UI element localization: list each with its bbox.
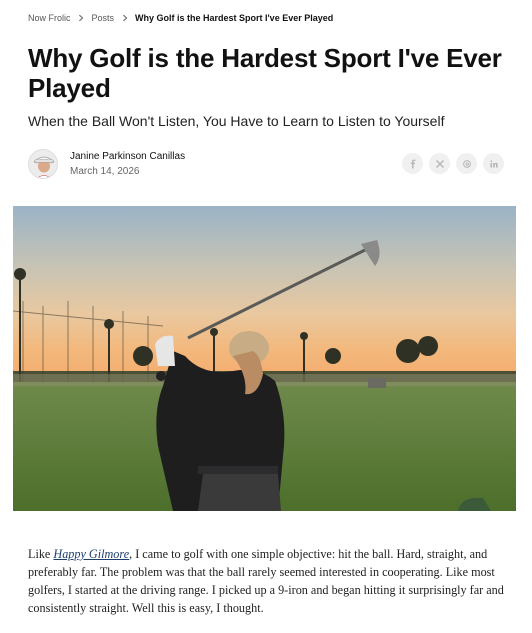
chevron-right-icon <box>77 14 86 23</box>
breadcrumb: Now Frolic Posts Why Golf is the Hardest… <box>28 13 333 23</box>
breadcrumb-item-now-frolic[interactable]: Now Frolic <box>28 13 71 23</box>
author-row: Janine Parkinson Canillas March 14, 2026 <box>28 149 504 179</box>
chevron-right-icon <box>120 14 129 23</box>
article-page: Now Frolic Posts Why Golf is the Hardest… <box>0 0 532 633</box>
author-name[interactable]: Janine Parkinson Canillas <box>70 151 185 162</box>
threads-icon[interactable] <box>456 153 477 174</box>
publish-date: March 14, 2026 <box>70 166 140 177</box>
facebook-icon[interactable] <box>402 153 423 174</box>
page-subtitle: When the Ball Won't Listen, You Have to … <box>28 113 445 129</box>
linkedin-icon[interactable] <box>483 153 504 174</box>
breadcrumb-item-posts[interactable]: Posts <box>92 13 115 23</box>
body-intro: Like <box>28 547 54 561</box>
happy-gilmore-link[interactable]: Happy Gilmore <box>53 547 129 561</box>
breadcrumb-current: Why Golf is the Hardest Sport I've Ever … <box>135 13 334 23</box>
article-body-paragraph: Like Happy Gilmore, I came to golf with … <box>28 545 508 617</box>
hero-image <box>13 206 516 511</box>
avatar[interactable] <box>28 149 58 179</box>
page-title: Why Golf is the Hardest Sport I've Ever … <box>28 43 502 103</box>
share-buttons <box>402 153 504 174</box>
x-icon[interactable] <box>429 153 450 174</box>
